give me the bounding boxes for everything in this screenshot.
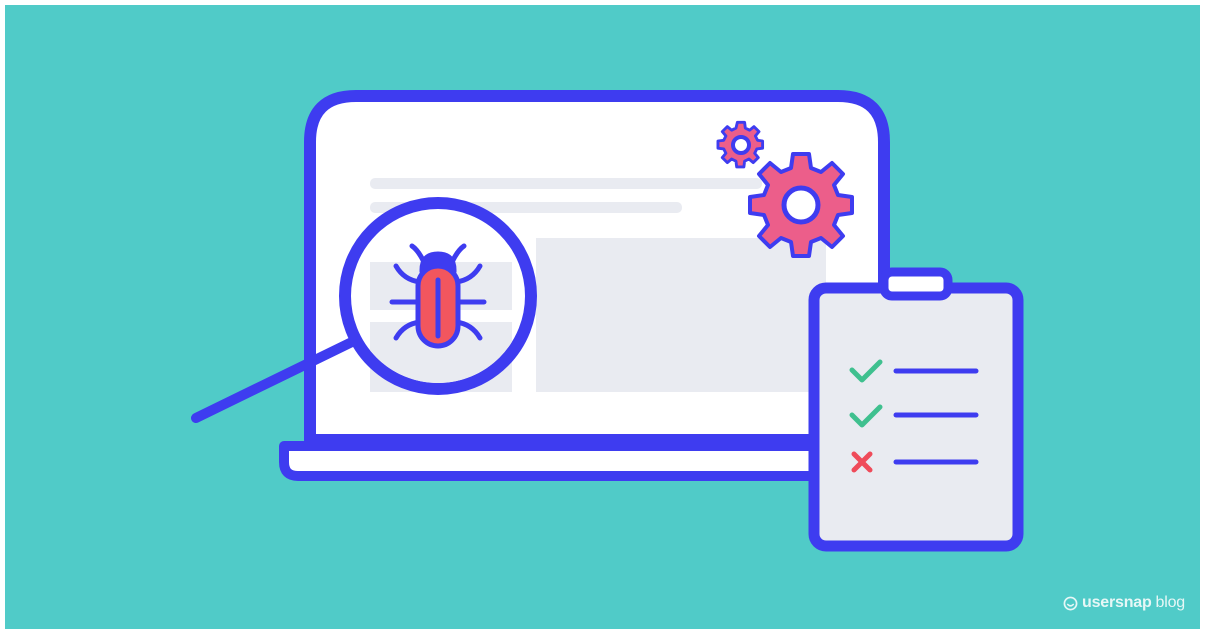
gear-icon — [716, 120, 765, 169]
illustration-svg — [5, 5, 1200, 629]
illustration-canvas: usersnap blog — [0, 0, 1205, 634]
text-line — [370, 178, 762, 189]
brand-logo[interactable]: usersnap blog — [1063, 594, 1185, 612]
smile-icon — [1063, 596, 1078, 610]
clipboard-icon — [808, 267, 1024, 552]
gear-icon — [748, 152, 854, 258]
content-panel — [536, 238, 826, 392]
brand-suffix: blog — [1155, 594, 1186, 611]
brand-name: usersnap — [1082, 594, 1152, 611]
